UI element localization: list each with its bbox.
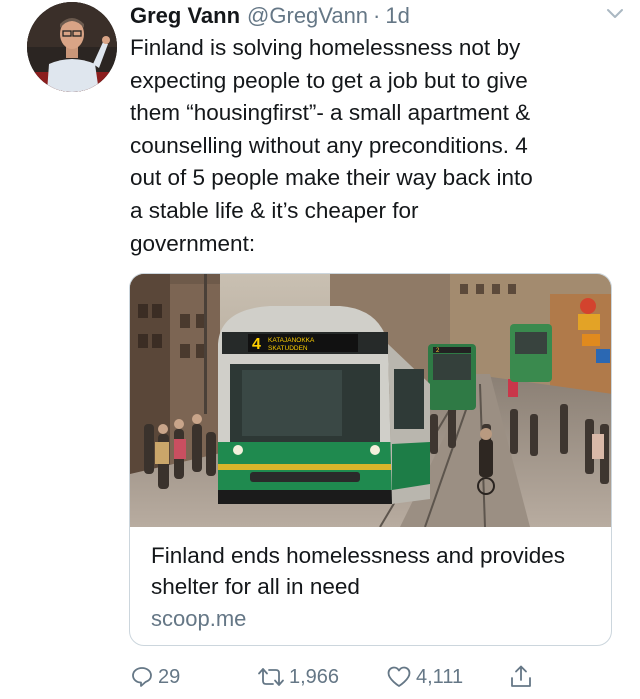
reply-icon — [130, 665, 154, 689]
heart-icon — [386, 665, 412, 689]
action-bar: 29 1,966 4,111 — [130, 660, 610, 694]
display-name[interactable]: Greg Vann — [130, 2, 240, 30]
user-handle[interactable]: @GregVann — [247, 2, 368, 30]
card-domain[interactable]: scoop.me — [151, 605, 246, 633]
tram-sign-line2: SKATUDDEN — [268, 345, 308, 352]
tram-sign-number: 4 — [252, 336, 261, 353]
tweet-header: Greg Vann @GregVann · 1d — [130, 2, 620, 30]
retweet-count: 1,966 — [289, 665, 340, 688]
share-icon — [509, 664, 533, 690]
like-button[interactable]: 4,111 — [386, 660, 463, 694]
card-image: 2 4 KATAJANOKKA SKATUDDEN — [130, 274, 611, 528]
retweet-icon — [257, 665, 285, 689]
reply-button[interactable]: 29 — [130, 660, 180, 694]
card-title[interactable]: Finland ends homelessness and provides s… — [151, 540, 601, 602]
like-count: 4,111 — [416, 665, 464, 688]
separator-dot: · — [373, 3, 381, 28]
timestamp[interactable]: 1d — [385, 2, 409, 30]
avatar[interactable] — [27, 2, 117, 92]
tram-sign-line1: KATAJANOKKA — [268, 337, 315, 344]
chevron-down-icon[interactable] — [604, 2, 626, 24]
link-card[interactable]: 2 4 KATAJANOKKA SKATUDDEN Finland ends h… — [129, 273, 612, 646]
reply-count: 29 — [158, 665, 181, 688]
retweet-button[interactable]: 1,966 — [257, 660, 339, 694]
tweet: Greg Vann @GregVann · 1d Finland is solv… — [0, 0, 640, 699]
tweet-text: Finland is solving homelessness not by e… — [130, 35, 533, 256]
share-button[interactable] — [509, 660, 533, 694]
